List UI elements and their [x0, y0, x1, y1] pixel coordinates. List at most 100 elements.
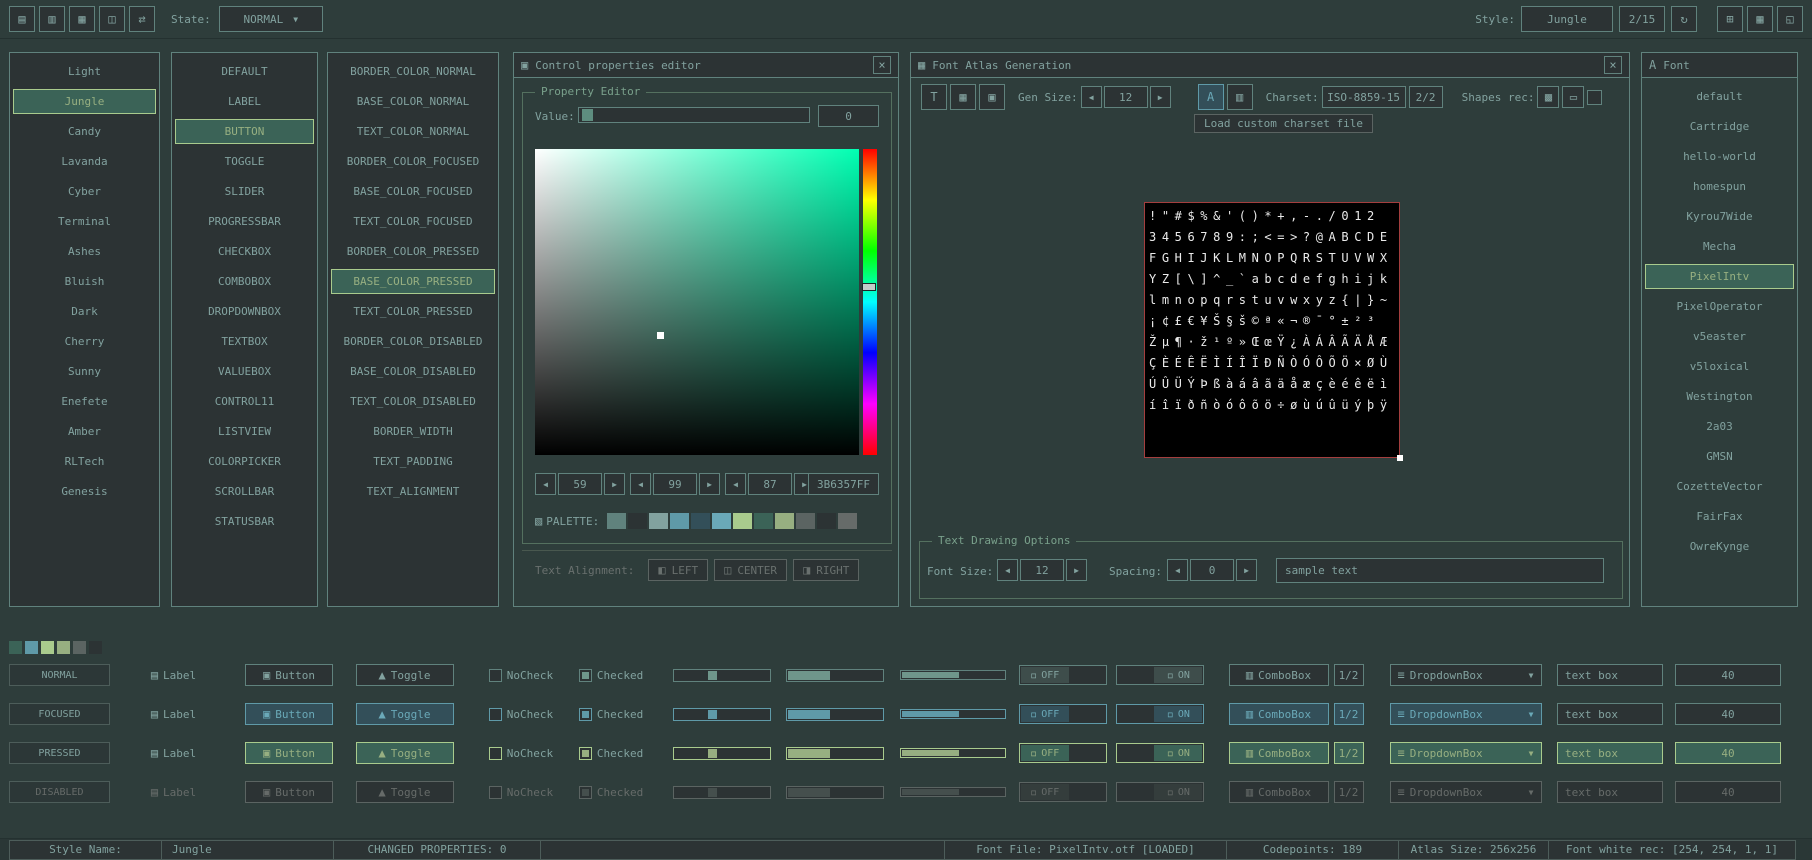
button-control[interactable]: ▣ Button — [245, 664, 333, 686]
sliderbar-control[interactable] — [786, 669, 884, 682]
slider-control[interactable] — [673, 747, 771, 760]
toggleslider-off[interactable]: ▫ OFF — [1019, 665, 1107, 685]
toggleslider-knob[interactable]: ▫ ON — [1154, 745, 1202, 761]
property-list-item[interactable]: BORDER_COLOR_FOCUSED — [331, 149, 495, 174]
combobox-control[interactable]: ▥ ComboBox — [1229, 703, 1329, 725]
slider-handle[interactable] — [708, 749, 717, 758]
style-list-item[interactable]: RLTech — [13, 449, 156, 474]
shapes-outline-icon[interactable]: ▭ — [1562, 86, 1584, 108]
toggleslider-knob[interactable]: ▫ ON — [1154, 784, 1202, 800]
slider-handle[interactable] — [708, 788, 717, 797]
dropdownbox-control[interactable]: ≡ DropdownBox ▼ — [1390, 664, 1542, 686]
spinner-left-icon[interactable]: ◀ — [997, 559, 1018, 581]
combobox-control[interactable]: ▥ ComboBox — [1229, 742, 1329, 764]
font-list-item[interactable]: PixelOperator — [1645, 294, 1794, 319]
textbox-control[interactable]: text box — [1557, 781, 1663, 803]
style-list-item[interactable]: Terminal — [13, 209, 156, 234]
font-list-item[interactable]: Mecha — [1645, 234, 1794, 259]
font-size-value[interactable]: 12 — [1020, 559, 1064, 581]
checkbox-box[interactable] — [489, 747, 502, 760]
toggle-control[interactable]: ▲ Toggle — [356, 742, 454, 764]
color-picker-cursor[interactable] — [657, 332, 664, 339]
control-list-item[interactable]: COLORPICKER — [175, 449, 314, 474]
slider-control[interactable] — [673, 669, 771, 682]
toggleslider-off[interactable]: ▫ OFF — [1019, 704, 1107, 724]
spinner-left-icon[interactable]: ◀ — [535, 473, 556, 495]
checkbox-box[interactable] — [489, 708, 502, 721]
reload-style-button[interactable]: ↻ — [1671, 6, 1697, 32]
hue-bar[interactable] — [863, 149, 877, 455]
fullscreen-icon[interactable]: ◱ — [1777, 6, 1803, 32]
font-list-item[interactable]: CozetteVector — [1645, 474, 1794, 499]
combobox-control[interactable]: ▥ ComboBox — [1229, 781, 1329, 803]
value-slider[interactable] — [578, 107, 810, 123]
palette-swatch[interactable] — [754, 513, 773, 529]
font-list-item[interactable]: homespun — [1645, 174, 1794, 199]
spinner-right-icon[interactable]: ▶ — [604, 473, 625, 495]
control-list-item[interactable]: SLIDER — [175, 179, 314, 204]
toggle-control[interactable]: ▲ Toggle — [356, 664, 454, 686]
slider-handle[interactable] — [708, 671, 717, 680]
palette-swatch[interactable] — [691, 513, 710, 529]
grid-view-icon[interactable]: ▦ — [1747, 6, 1773, 32]
close-icon[interactable]: × — [873, 56, 891, 74]
style-list-item[interactable]: Enefete — [13, 389, 156, 414]
control-list-item[interactable]: CONTROL11 — [175, 389, 314, 414]
font-list-item[interactable]: hello-world — [1645, 144, 1794, 169]
spinner-left-icon[interactable]: ◀ — [1081, 86, 1102, 108]
palette-swatch[interactable] — [628, 513, 647, 529]
toggleslider-off[interactable]: ▫ OFF — [1019, 782, 1107, 802]
style-list-item[interactable]: Sunny — [13, 359, 156, 384]
open-file-icon[interactable]: ▥ — [39, 6, 65, 32]
align-left-button[interactable]: ◧ LEFT — [648, 559, 708, 581]
control-list-item[interactable]: BUTTON — [175, 119, 314, 144]
table-view-icon[interactable]: ⊞ — [1717, 6, 1743, 32]
value-slider-handle[interactable] — [582, 109, 593, 121]
toggleslider-off[interactable]: ▫ OFF — [1019, 743, 1107, 763]
checkbox-box[interactable] — [579, 708, 592, 721]
sliderbar-control[interactable] — [786, 786, 884, 799]
spinner-left-icon[interactable]: ◀ — [725, 473, 746, 495]
combobox-control[interactable]: ▥ ComboBox — [1229, 664, 1329, 686]
spinner-value[interactable]: 99 — [653, 473, 697, 495]
valuebox-control[interactable]: 40 — [1675, 703, 1781, 725]
toggleslider-knob[interactable]: ▫ OFF — [1021, 667, 1069, 683]
textbox-control[interactable]: text box — [1557, 703, 1663, 725]
state-dropdown[interactable]: NORMAL ▼ — [219, 6, 323, 32]
font-list-item[interactable]: v5easter — [1645, 324, 1794, 349]
style-name-box[interactable]: Jungle — [1521, 6, 1613, 32]
palette-swatch[interactable] — [817, 513, 836, 529]
palette-swatch[interactable] — [670, 513, 689, 529]
window-titlebar[interactable]: ▦ Font Atlas Generation × — [911, 53, 1629, 78]
palette-swatch[interactable] — [733, 513, 752, 529]
control-list-item[interactable]: LISTVIEW — [175, 419, 314, 444]
property-list-item[interactable]: TEXT_PADDING — [331, 449, 495, 474]
style-list-item[interactable]: Dark — [13, 299, 156, 324]
window-titlebar[interactable]: A Font — [1642, 53, 1797, 78]
combobox-index-button[interactable]: 1/2 — [1334, 703, 1364, 725]
style-index-box[interactable]: 2/15 — [1619, 6, 1665, 32]
checkbox-box[interactable] — [489, 786, 502, 799]
toggleslider-knob[interactable]: ▫ ON — [1154, 706, 1202, 722]
checkbox-box[interactable] — [489, 669, 502, 682]
spinner-left-icon[interactable]: ◀ — [630, 473, 651, 495]
font-list-item[interactable]: default — [1645, 84, 1794, 109]
spinner-right-icon[interactable]: ▶ — [699, 473, 720, 495]
toggle-control[interactable]: ▲ Toggle — [356, 703, 454, 725]
value-box[interactable]: 0 — [818, 105, 879, 127]
combobox-index-button[interactable]: 1/2 — [1334, 664, 1364, 686]
font-list-item[interactable]: Westington — [1645, 384, 1794, 409]
checkbox-unchecked[interactable]: NoCheck — [489, 747, 553, 760]
spacing-value[interactable]: 0 — [1190, 559, 1234, 581]
control-list-item[interactable]: PROGRESSBAR — [175, 209, 314, 234]
style-list-item[interactable]: Amber — [13, 419, 156, 444]
control-list-item[interactable]: CHECKBOX — [175, 239, 314, 264]
textbox-control[interactable]: text box — [1557, 742, 1663, 764]
style-list-item[interactable]: Light — [13, 59, 156, 84]
style-list-item[interactable]: Cherry — [13, 329, 156, 354]
toggleslider-knob[interactable]: ▫ ON — [1154, 667, 1202, 683]
combobox-index-button[interactable]: 1/2 — [1334, 781, 1364, 803]
font-list-item[interactable]: FairFax — [1645, 504, 1794, 529]
font-gen-icon[interactable]: T — [921, 84, 947, 110]
spinner-left-icon[interactable]: ◀ — [1167, 559, 1188, 581]
